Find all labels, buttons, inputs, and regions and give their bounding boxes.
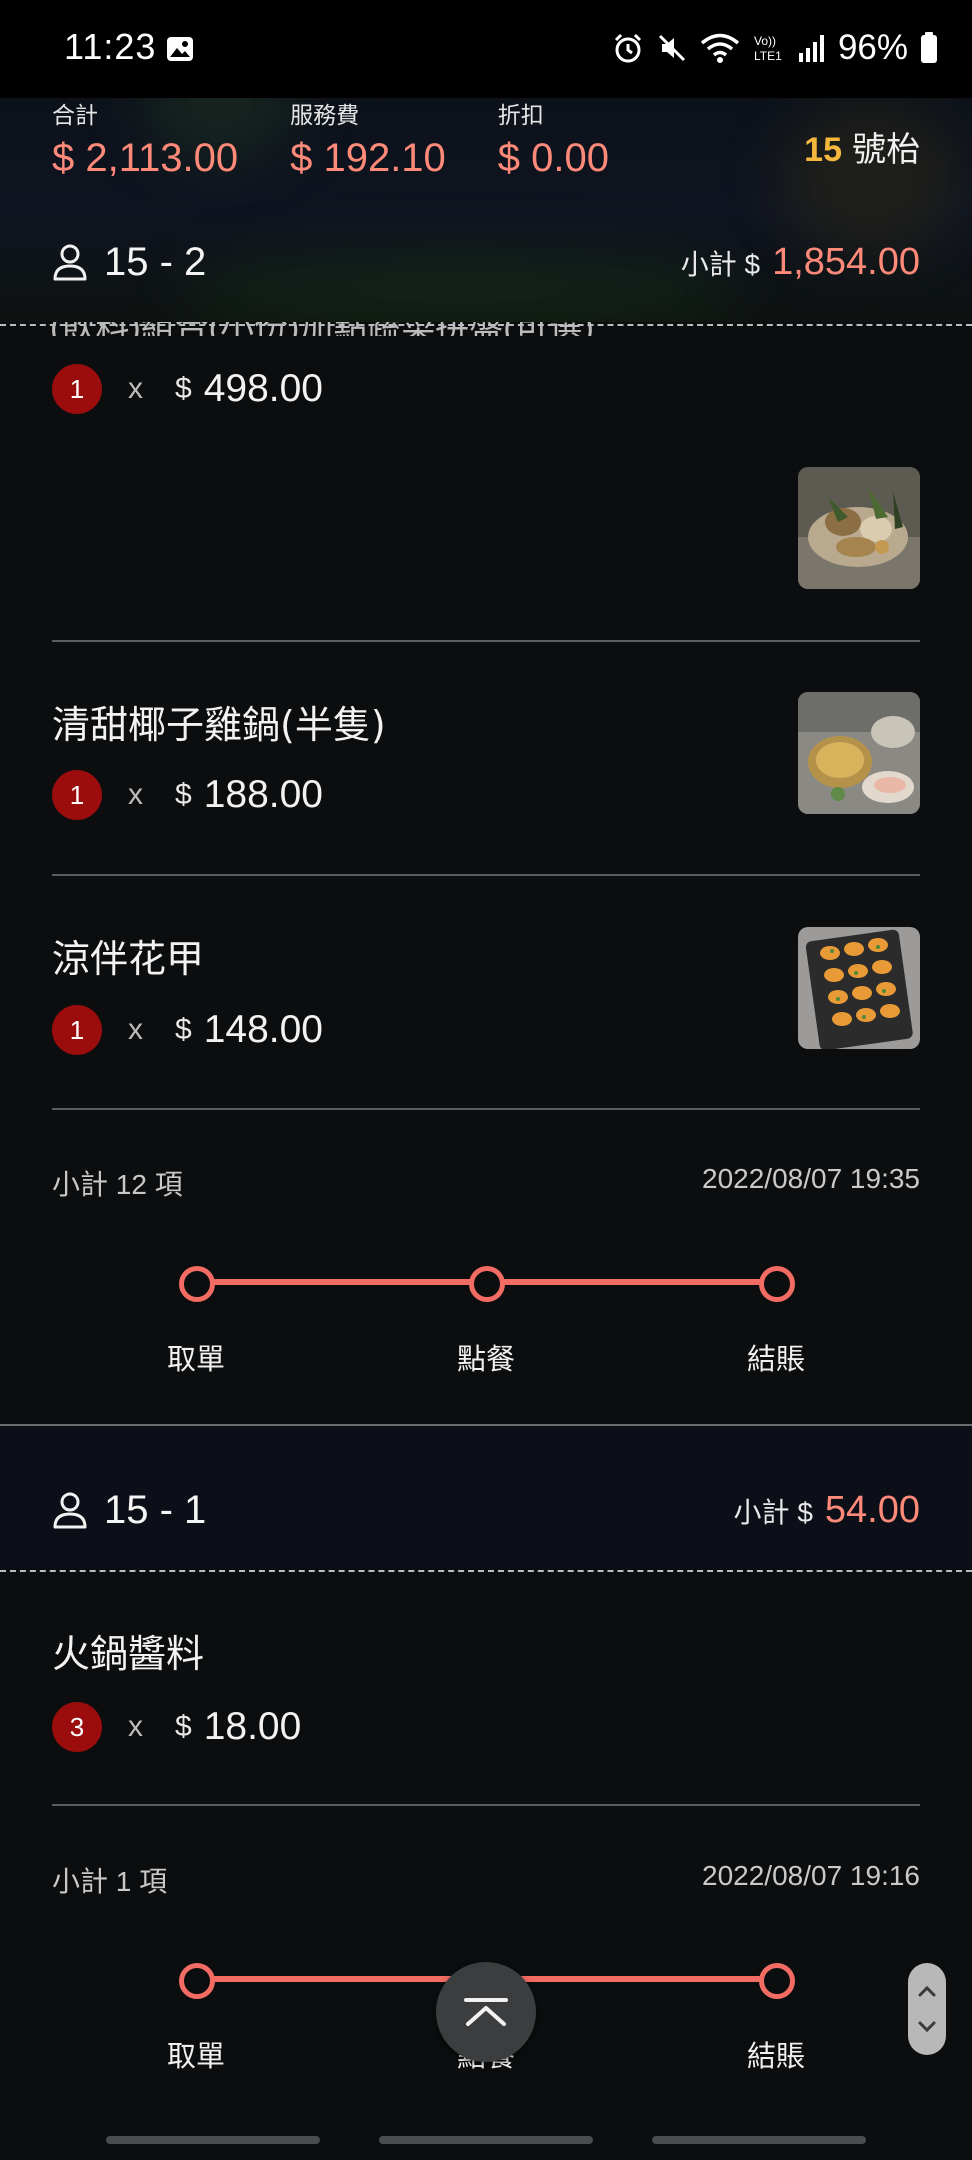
svg-text:LTE1: LTE1 bbox=[754, 49, 782, 63]
food-image-hotpot bbox=[798, 692, 920, 814]
quantity-badge: 3 bbox=[52, 1702, 102, 1752]
currency-sign: $ bbox=[175, 778, 192, 811]
signal-icon bbox=[798, 35, 824, 62]
table-number-label: 號枱 bbox=[852, 131, 920, 169]
step-label-checkout: 結賬 bbox=[746, 2039, 805, 2073]
nav-recent-apps-button[interactable] bbox=[106, 2136, 320, 2144]
subtotal-label: 小計 $ bbox=[733, 1496, 813, 1528]
item-price: 498.00 bbox=[203, 367, 323, 410]
totals-group: 合計 $ 2,113.00 服務費 $ 192.10 折扣 $ 0.00 bbox=[52, 96, 661, 181]
battery-icon bbox=[921, 32, 937, 63]
svg-text:Vo)): Vo)) bbox=[754, 34, 776, 48]
step-label-checkout: 結賬 bbox=[746, 1342, 805, 1376]
nav-back-button[interactable] bbox=[652, 2136, 866, 2144]
step-dot-checkout bbox=[759, 1963, 795, 1999]
step-dot-pickup bbox=[179, 1963, 215, 1999]
order-datetime: 2022/08/07 19:35 bbox=[702, 1163, 920, 1194]
item-count: 小計 12 項 bbox=[52, 1169, 183, 1200]
times-sign: x bbox=[128, 778, 143, 811]
order-subtotal: 小計 $ 54.00 bbox=[734, 1489, 920, 1532]
food-image-clams bbox=[798, 927, 920, 1049]
table-number: 15 號枱 bbox=[804, 122, 920, 171]
item-quantity-row: 3 x $ 18.00 bbox=[52, 1702, 301, 1752]
status-time: 11:23 bbox=[64, 26, 157, 67]
item-price: 18.00 bbox=[203, 1705, 302, 1748]
dashed-divider bbox=[0, 1570, 972, 1572]
item-divider bbox=[52, 1108, 920, 1110]
item-divider bbox=[52, 640, 920, 642]
volte-icon: Vo)) LTE1 bbox=[754, 34, 782, 63]
service-charge-value: $ 192.10 bbox=[290, 136, 446, 180]
item-thumbnail[interactable] bbox=[798, 927, 920, 1049]
person-name: 15 - 1 bbox=[104, 1487, 207, 1532]
discount: 折扣 $ 0.00 bbox=[498, 96, 609, 181]
quantity-badge: 1 bbox=[52, 770, 102, 820]
person-icon bbox=[53, 244, 87, 281]
item-quantity-row: 1 x $ 188.00 bbox=[52, 770, 323, 820]
discount-value: $ 0.00 bbox=[497, 136, 610, 180]
step-dot-ordered bbox=[469, 1266, 505, 1302]
step-label-pickup: 取單 bbox=[166, 2039, 225, 2073]
battery-percent: 96% bbox=[837, 28, 908, 67]
status-bar: 11:23 Vo)) LTE1 96% bbox=[0, 0, 972, 98]
total-label: 合計 bbox=[52, 102, 98, 128]
item-name: 涼伴花甲 bbox=[52, 937, 205, 981]
service-charge-label: 服務費 bbox=[290, 102, 360, 128]
item-name: 清甜椰子雞鍋(半隻) bbox=[52, 703, 386, 747]
item-quantity-row: 1 x $ 498.00 bbox=[52, 364, 323, 414]
wifi-icon bbox=[700, 33, 740, 63]
discount-label: 折扣 bbox=[497, 102, 544, 128]
item-count: 小計 1 項 bbox=[52, 1866, 168, 1897]
subtotal-label: 小計 $ bbox=[680, 248, 761, 280]
order-subtotal: 小計 $ 1,854.00 bbox=[681, 241, 920, 284]
up-down-arrows-icon bbox=[918, 1985, 936, 2033]
service-charge: 服務費 $ 192.10 bbox=[290, 96, 446, 181]
scroll-to-top-button[interactable] bbox=[436, 1962, 536, 2062]
order-progress-tracker: 取單 點餐 結賬 bbox=[0, 1256, 972, 1376]
times-sign: x bbox=[128, 1710, 143, 1743]
person-name: 15 - 2 bbox=[104, 239, 207, 284]
alarm-icon bbox=[614, 33, 641, 63]
step-dot-checkout bbox=[759, 1266, 795, 1302]
order-datetime: 2022/08/07 19:16 bbox=[702, 1860, 920, 1891]
currency-sign: $ bbox=[175, 1710, 192, 1743]
gallery-icon bbox=[167, 37, 193, 61]
times-sign: x bbox=[128, 372, 143, 405]
item-price: 188.00 bbox=[203, 773, 323, 816]
dashed-divider bbox=[0, 324, 972, 326]
nav-home-button[interactable] bbox=[379, 2136, 593, 2144]
total-amount: 合計 $ 2,113.00 bbox=[52, 96, 238, 181]
order-header-15-2[interactable]: 15 - 2 小計 $ 1,854.00 bbox=[0, 212, 972, 312]
quantity-badge: 1 bbox=[52, 364, 102, 414]
total-value: $ 2,113.00 bbox=[52, 136, 239, 180]
item-price: 148.00 bbox=[203, 1008, 323, 1051]
step-label-ordered: 點餐 bbox=[456, 1342, 515, 1376]
fast-scroll-handle[interactable] bbox=[908, 1963, 946, 2055]
currency-sign: $ bbox=[175, 372, 192, 405]
item-name: 火鍋醬料 bbox=[52, 1632, 205, 1676]
system-nav-bar bbox=[0, 2120, 972, 2160]
step-dot-pickup bbox=[179, 1266, 215, 1302]
item-thumbnail[interactable] bbox=[798, 692, 920, 814]
food-image-platter bbox=[798, 467, 920, 589]
table-number-value: 15 bbox=[804, 131, 842, 169]
order-summary-header: 合計 $ 2,113.00 服務費 $ 192.10 折扣 $ 0.00 15 號… bbox=[0, 82, 972, 322]
currency-sign: $ bbox=[175, 1013, 192, 1046]
item-divider bbox=[52, 874, 920, 876]
quantity-badge: 1 bbox=[52, 1005, 102, 1055]
subtotal-value: 54.00 bbox=[824, 1488, 920, 1531]
chevron-up-icon bbox=[464, 1998, 508, 2026]
order-header-15-1[interactable]: 15 - 1 小計 $ 54.00 bbox=[0, 1460, 972, 1560]
item-quantity-row: 1 x $ 148.00 bbox=[52, 1005, 323, 1055]
item-thumbnail[interactable] bbox=[798, 467, 920, 589]
person-icon bbox=[53, 1492, 87, 1529]
item-divider bbox=[52, 1804, 920, 1806]
mute-icon bbox=[658, 34, 685, 62]
times-sign: x bbox=[128, 1013, 143, 1046]
status-icons: Vo)) LTE1 96% bbox=[612, 28, 938, 68]
subtotal-value: 1,854.00 bbox=[772, 240, 920, 283]
step-label-pickup: 取單 bbox=[166, 1342, 225, 1376]
